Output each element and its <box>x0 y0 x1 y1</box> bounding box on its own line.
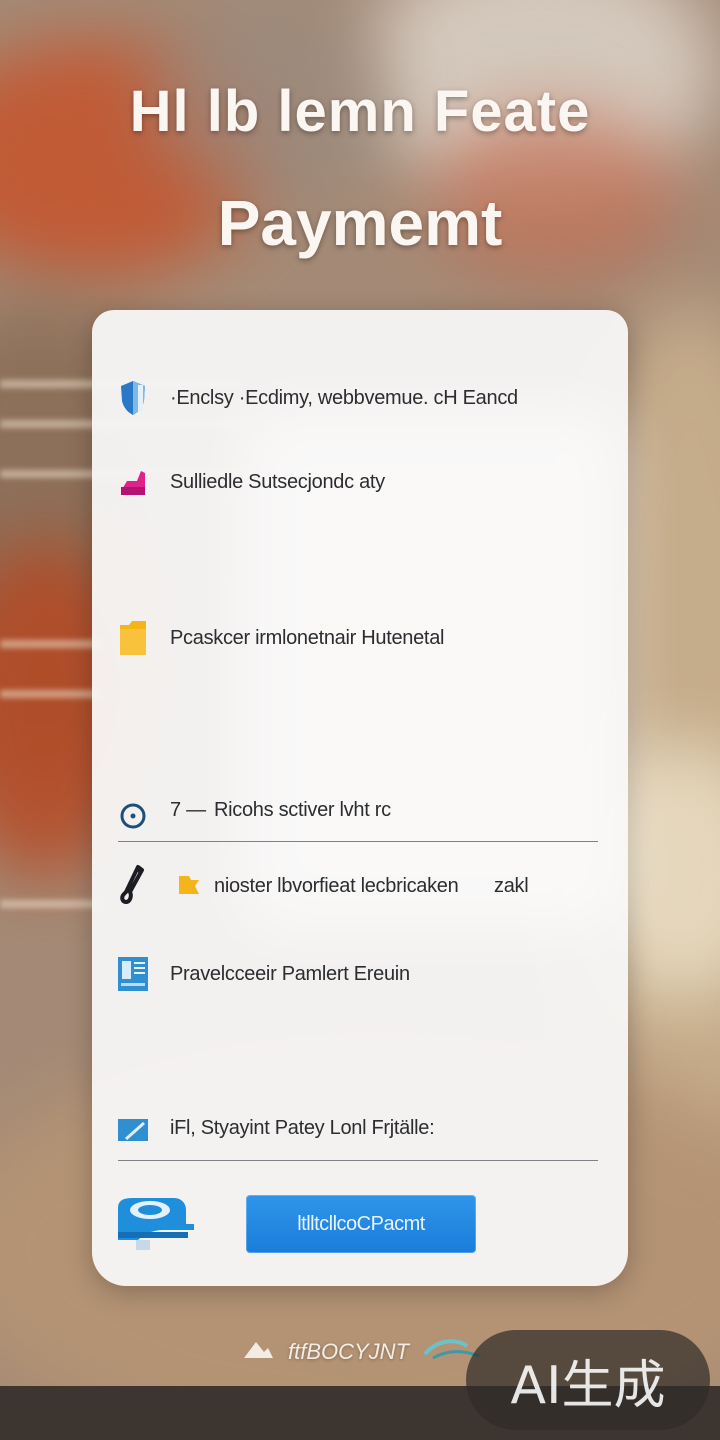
feature-item[interactable]: 7 — Ricohs sctiver lvht rc <box>92 790 628 830</box>
key-icon <box>116 865 150 906</box>
background-stripe <box>0 640 100 648</box>
wallet-icon[interactable] <box>114 1194 198 1254</box>
divider <box>118 1160 598 1161</box>
feature-suffix: zakl <box>494 874 529 897</box>
tag-icon <box>116 462 150 502</box>
feature-item[interactable]: iFl, Styayint Patey Lonl Frjtälle: <box>92 1108 628 1148</box>
feature-label: Ricohs sctiver lvht rc <box>214 798 391 821</box>
features-card: ·Enclsy ·Ecdimy, webbvemue. cH Eancd Sul… <box>92 310 628 1286</box>
clock-icon <box>116 796 150 836</box>
page-subtitle: Paymemt <box>217 187 503 259</box>
footer-brand: ftfBOCYJNT <box>288 1339 410 1364</box>
ai-generated-watermark: AI生成 <box>466 1330 710 1430</box>
card-icon <box>116 1108 150 1148</box>
feature-label: ·Enclsy ·Ecdimy, webbvemue. cH Eancd <box>170 386 518 409</box>
feature-label: Pravelcceeir Pamlert Ereuin <box>170 962 410 985</box>
page-title: Hl lb lemn Feate <box>129 79 591 144</box>
feature-item[interactable]: Sulliedle Sutsecjondc aty <box>92 462 628 502</box>
folder-icon <box>116 618 150 658</box>
feature-item[interactable]: ·Enclsy ·Ecdimy, webbvemue. cH Eancd <box>92 378 628 418</box>
feature-label: Pcaskcer irmlonetnair Hutenetal <box>170 626 445 649</box>
pay-button[interactable]: ltlltcllcoCPacmt <box>246 1195 476 1253</box>
shield-icon <box>116 378 150 418</box>
background-stripe <box>0 900 100 908</box>
feature-label: Sulliedle Sutsecjondc aty <box>170 470 385 493</box>
feature-item[interactable]: Pcaskcer irmlonetnair Hutenetal <box>92 618 628 658</box>
feature-item[interactable]: nioster lbvorfieat lecbricaken zakl <box>92 865 628 906</box>
payment-screen: Hl lb lemn Feate Paymemt ·Enclsy ·Ecdimy… <box>0 0 720 1440</box>
footer: ftfBOCYJNT <box>242 1334 483 1370</box>
feature-label: nioster lbvorfieat lecbricaken <box>214 874 459 897</box>
divider <box>118 841 598 842</box>
feature-label: iFl, Styayint Patey Lonl Frjtälle: <box>170 1116 435 1139</box>
feature-prefix: 7 — <box>170 798 206 821</box>
feature-item[interactable]: Pravelcceeir Pamlert Ereuin <box>92 954 628 994</box>
mountain-icon <box>242 1338 274 1366</box>
background-stripe <box>0 690 100 698</box>
folder-tag-icon <box>172 866 206 906</box>
document-icon <box>116 954 150 994</box>
